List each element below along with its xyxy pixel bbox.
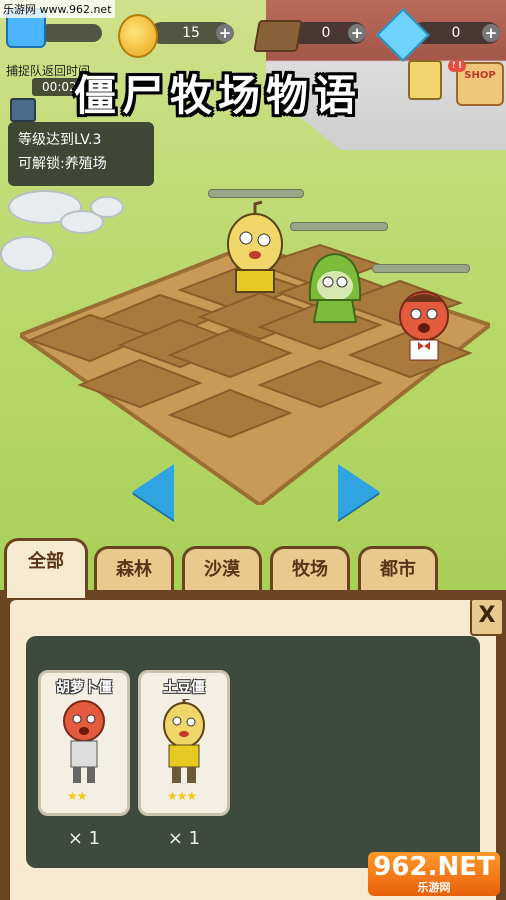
shop-label: SHOP (464, 70, 496, 81)
zombie-card-carrot[interactable]: 胡萝卜僵 ★★ (38, 670, 130, 816)
tab-ranch[interactable]: 牧场 (270, 546, 350, 590)
add-coin-button[interactable]: + (216, 24, 234, 42)
close-button[interactable]: X (470, 598, 504, 636)
coin-value: 15 (182, 25, 200, 41)
carrot-zombie[interactable] (396, 288, 452, 362)
shop-alert-badge: ! (454, 60, 466, 72)
card-count: × 1 (67, 828, 101, 849)
cage-icon[interactable] (10, 98, 36, 122)
zombie-health-bar (208, 189, 304, 198)
zombie-health-bar (290, 222, 388, 231)
scroll-right-arrow[interactable] (338, 464, 380, 520)
site-watermark: 乐游网 www.962.net (0, 0, 115, 18)
carrot-zombie-portrait (63, 700, 105, 783)
cabbage-zombie[interactable] (304, 250, 366, 326)
game-title: 僵尸牧场物语 (74, 71, 363, 120)
diamond-icon (376, 8, 430, 62)
tab-desert[interactable]: 沙漠 (182, 546, 262, 590)
unlock-item-text: 可解锁:养殖场 (18, 156, 107, 172)
wood-value: 0 (321, 25, 331, 41)
gem-value: 0 (451, 25, 461, 41)
star-rating: ★★★ (167, 789, 197, 803)
task-list-icon[interactable] (408, 60, 442, 100)
tab-all[interactable]: 全部 (4, 538, 88, 598)
tab-forest[interactable]: 森林 (94, 546, 174, 590)
logo-sub-text: 乐游网 (417, 881, 451, 894)
level-bar (40, 24, 102, 42)
coin-icon (118, 14, 158, 58)
logo-main-text: 962.NET (373, 852, 495, 882)
tab-city[interactable]: 都市 (358, 546, 438, 590)
potato-zombie-portrait (163, 699, 205, 783)
card-name: 胡萝卜僵 (56, 680, 112, 696)
zombie-health-bar (372, 264, 470, 273)
add-wood-button[interactable]: + (348, 24, 366, 42)
zombie-card-potato[interactable]: 土豆僵 ★★★ (138, 670, 230, 816)
add-gem-button[interactable]: + (482, 24, 500, 42)
card-count: × 1 (167, 828, 201, 849)
unlock-level-text: 等级达到LV.3 (18, 132, 102, 148)
potato-zombie[interactable] (222, 200, 288, 296)
scroll-left-arrow[interactable] (132, 464, 174, 520)
card-name: 土豆僵 (163, 680, 205, 696)
star-rating: ★★ (67, 789, 87, 803)
site-logo: 962.NET 乐游网 (368, 852, 500, 896)
wood-icon (253, 20, 303, 52)
unlock-hint-box: 等级达到LV.3 可解锁:养殖场 (8, 122, 154, 186)
